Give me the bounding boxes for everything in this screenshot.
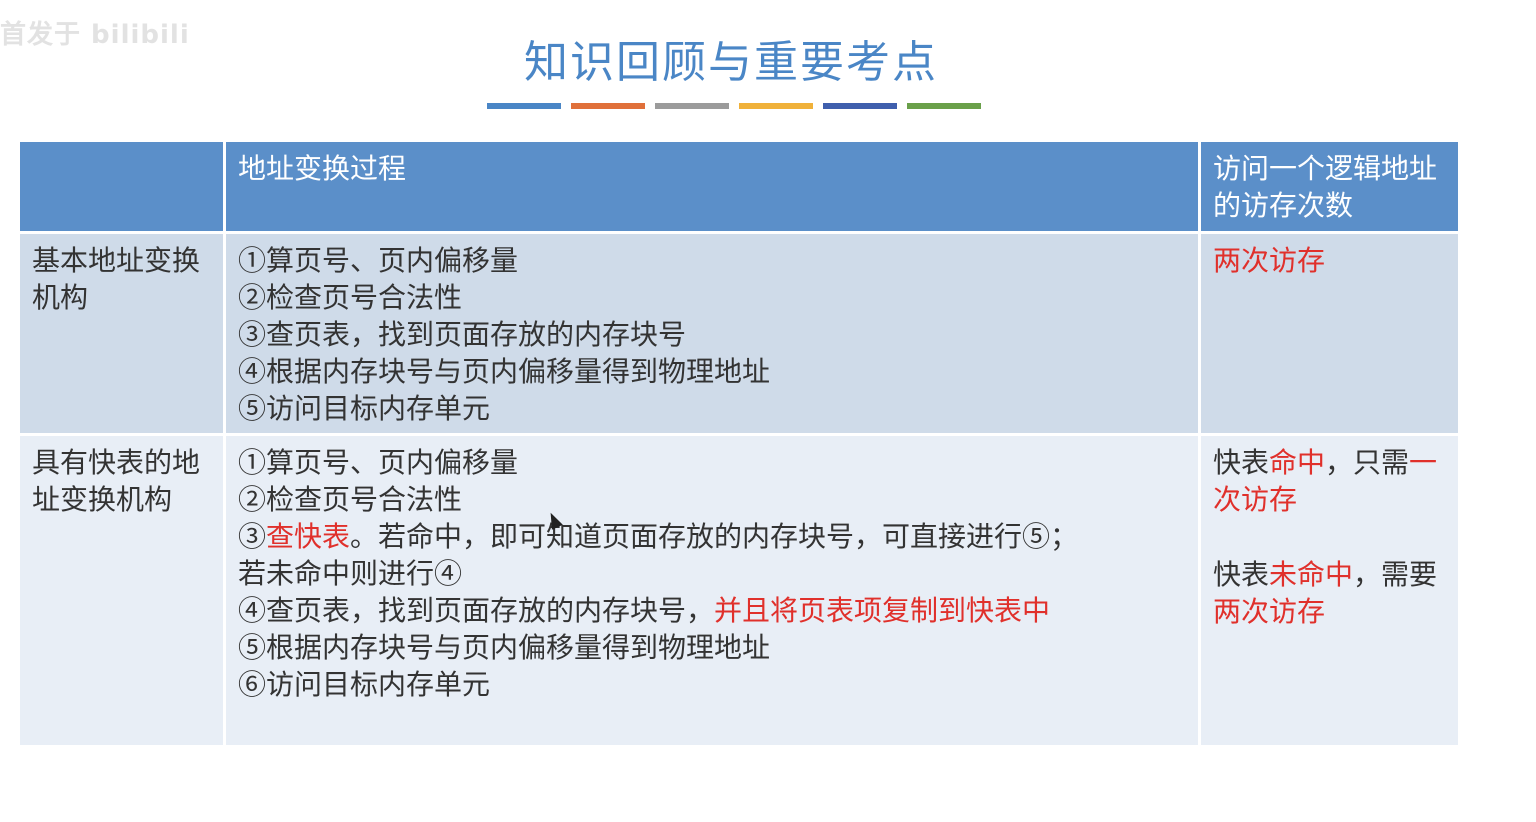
step: ③查快表。若命中，即可知道页面存放的内存块号，可直接进行⑤； [238, 518, 1186, 555]
access-count-tlb: 快表命中，只需一次访存 快表未命中，需要两次访存 [1201, 436, 1458, 748]
step: ②检查页号合法性 [238, 281, 463, 314]
access-text: 快表 [1213, 446, 1270, 479]
step-highlight: 查快表 [266, 520, 351, 553]
access-highlight: 两次访存 [1213, 595, 1326, 628]
color-segment [655, 103, 729, 109]
row-steps-basic: ①算页号、页内偏移量 ②检查页号合法性 ③查页表，找到页面存放的内存块号 ④根据… [226, 234, 1201, 436]
access-miss: 快表未命中，需要两次访存 [1213, 558, 1437, 628]
step: ③查页表，找到页面存放的内存块号 [238, 318, 687, 351]
row-steps-tlb: ①算页号、页内偏移量 ②检查页号合法性 ③查快表。若命中，即可知道页面存放的内存… [226, 436, 1201, 748]
color-segment [487, 103, 561, 109]
color-segment [907, 103, 981, 109]
access-text: 快表 [1213, 558, 1270, 591]
table-row: 具有快表的地址变换机构 ①算页号、页内偏移量 ②检查页号合法性 ③查快表。若命中… [20, 436, 1458, 748]
step-text: 。若命中，即可知道页面存放的内存块号，可直接进行⑤； [350, 520, 1079, 553]
step: ④根据内存块号与页内偏移量得到物理地址 [238, 355, 771, 388]
step-highlight: 并且将页表项复制到快表中 [714, 594, 1051, 627]
header-access-count: 访问一个逻辑地址的访存次数 [1201, 142, 1458, 234]
access-text: ，只需 [1325, 446, 1410, 479]
step: ④查页表，找到页面存放的内存块号，并且将页表项复制到快表中 [238, 592, 1186, 629]
step: ②检查页号合法性 [238, 483, 463, 516]
access-hit: 快表命中，只需一次访存 [1213, 446, 1437, 516]
table-row: 基本地址变换机构 ①算页号、页内偏移量 ②检查页号合法性 ③查页表，找到页面存放… [20, 234, 1458, 436]
comparison-table: 地址变换过程 访问一个逻辑地址的访存次数 基本地址变换机构 ①算页号、页内偏移量… [20, 142, 1458, 748]
step: 若未命中则进行④ [238, 557, 463, 590]
title-color-bar [487, 103, 981, 109]
step: ①算页号、页内偏移量 [238, 446, 519, 479]
table-header-row: 地址变换过程 访问一个逻辑地址的访存次数 [20, 142, 1458, 234]
access-highlight: 未命中 [1269, 558, 1354, 591]
color-segment [571, 103, 645, 109]
page-title: 知识回顾与重要考点 [524, 37, 938, 88]
color-segment [739, 103, 813, 109]
header-empty-cell [20, 142, 226, 234]
access-count-basic: 两次访存 [1201, 234, 1458, 436]
step-prefix: ③ [238, 520, 267, 553]
step: ①算页号、页内偏移量 [238, 244, 519, 277]
header-process: 地址变换过程 [226, 142, 1201, 234]
row-name-basic: 基本地址变换机构 [20, 234, 226, 436]
step: ⑤访问目标内存单元 [238, 392, 491, 425]
step: ⑤根据内存块号与页内偏移量得到物理地址 [238, 631, 771, 664]
access-count-text: 两次访存 [1213, 244, 1326, 277]
row-name-tlb: 具有快表的地址变换机构 [20, 436, 226, 748]
step: ⑥访问目标内存单元 [238, 668, 491, 701]
color-segment [823, 103, 897, 109]
access-text: ，需要 [1353, 558, 1438, 591]
access-highlight: 命中 [1269, 446, 1326, 479]
step-text: ④查页表，找到页面存放的内存块号， [238, 594, 715, 627]
